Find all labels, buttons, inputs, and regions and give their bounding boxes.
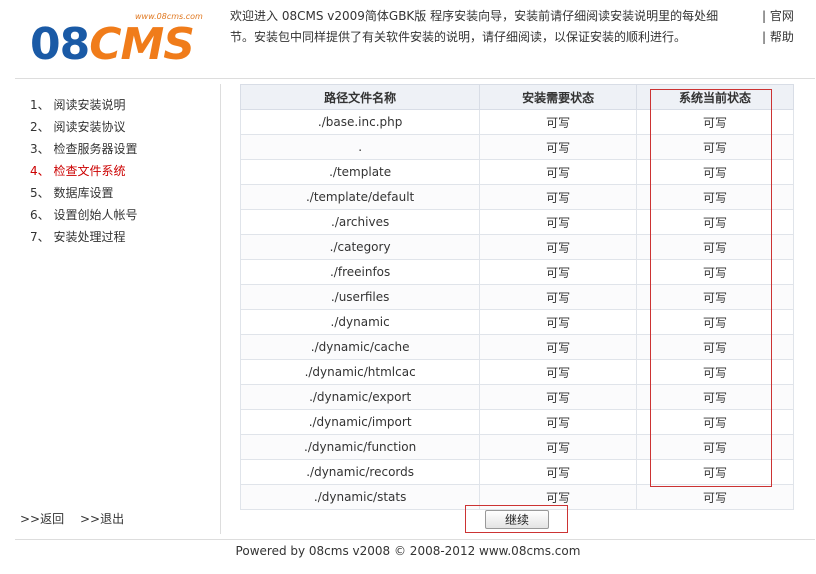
current-status-cell: 可写 (636, 484, 794, 510)
path-cell: ./dynamic/import (239, 409, 481, 435)
required-status-cell: 可写 (479, 359, 638, 385)
required-status-cell: 可写 (479, 209, 638, 235)
required-status-cell: 可写 (479, 459, 638, 485)
column-header-required: 安装需要状态 (479, 84, 638, 110)
column-header-path: 路径文件名称 (239, 84, 481, 110)
footer-powered-by: Powered by 08cms v2008 © 2008-2012 www.0… (235, 544, 581, 558)
footer-divider (15, 539, 815, 540)
install-step: 2、 阅读安装协议 (30, 120, 126, 134)
welcome-line-1: 欢迎进入 08CMS v2009简体GBK版 程序安装向导，安装前请仔细阅读安装… (230, 9, 719, 23)
path-cell: ./dynamic/function (239, 434, 481, 460)
path-cell: ./base.inc.php (239, 109, 481, 135)
install-step: 1、 阅读安装说明 (30, 98, 126, 112)
back-link[interactable]: >>返回 (20, 512, 64, 526)
required-status-cell: 可写 (479, 284, 638, 310)
path-cell: ./dynamic/cache (239, 334, 481, 360)
continue-button[interactable]: 继续 (485, 510, 549, 529)
required-status-cell: 可写 (479, 409, 638, 435)
required-status-cell: 可写 (479, 234, 638, 260)
path-cell: ./category (239, 234, 481, 260)
logo: www.08cms.com 08CMS (30, 12, 210, 72)
path-cell: ./dynamic/htmlcac (239, 359, 481, 385)
required-status-cell: 可写 (479, 184, 638, 210)
path-cell: . (239, 134, 481, 160)
logo-primary: 08 (30, 19, 90, 70)
required-status-cell: 可写 (479, 109, 638, 135)
required-status-cell: 可写 (479, 384, 638, 410)
sidebar-divider (220, 84, 221, 534)
required-status-cell: 可写 (479, 334, 638, 360)
exit-link[interactable]: >>退出 (80, 512, 124, 526)
path-cell: ./dynamic/records (239, 459, 481, 485)
install-step: 5、 数据库设置 (30, 186, 114, 200)
path-cell: ./archives (239, 209, 481, 235)
install-step: 3、 检查服务器设置 (30, 142, 138, 156)
required-status-cell: 可写 (479, 259, 638, 285)
required-status-cell: 可写 (479, 434, 638, 460)
path-cell: ./freeinfos (239, 259, 481, 285)
path-cell: ./dynamic (239, 309, 481, 335)
install-step: 6、 设置创始人帐号 (30, 208, 138, 222)
current-status-highlight (650, 89, 772, 487)
path-cell: ./dynamic/stats (239, 484, 481, 510)
path-cell: ./template/default (239, 184, 481, 210)
logo-mark: 08CMS (30, 19, 195, 70)
path-cell: ./dynamic/export (239, 384, 481, 410)
help-link[interactable]: | 帮助 (762, 27, 794, 48)
welcome-line-2: 节。安装包中同样提供了有关软件安装的说明，请仔细阅读，以保证安装的顺利进行。 (230, 30, 687, 44)
install-steps: 1、 阅读安装说明 2、 阅读安装协议 3、 检查服务器设置 4、 检查文件系统 5、 … (30, 94, 137, 248)
path-cell: ./userfiles (239, 284, 481, 310)
logo-secondary: CMS (89, 19, 195, 70)
header-divider (15, 78, 815, 79)
required-status-cell: 可写 (479, 309, 638, 335)
path-cell: ./template (239, 159, 481, 185)
official-site-link[interactable]: | 官网 (762, 6, 794, 27)
welcome-text: 欢迎进入 08CMS v2009简体GBK版 程序安装向导，安装前请仔细阅读安装… (230, 6, 730, 48)
required-status-cell: 可写 (479, 159, 638, 185)
top-links: | 官网 | 帮助 (762, 6, 794, 48)
bottom-nav: >>返回 >>退出 (20, 510, 136, 527)
required-status-cell: 可写 (479, 134, 638, 160)
install-step: 4、 检查文件系统 (30, 164, 126, 178)
install-step: 7、 安装处理过程 (30, 230, 126, 244)
